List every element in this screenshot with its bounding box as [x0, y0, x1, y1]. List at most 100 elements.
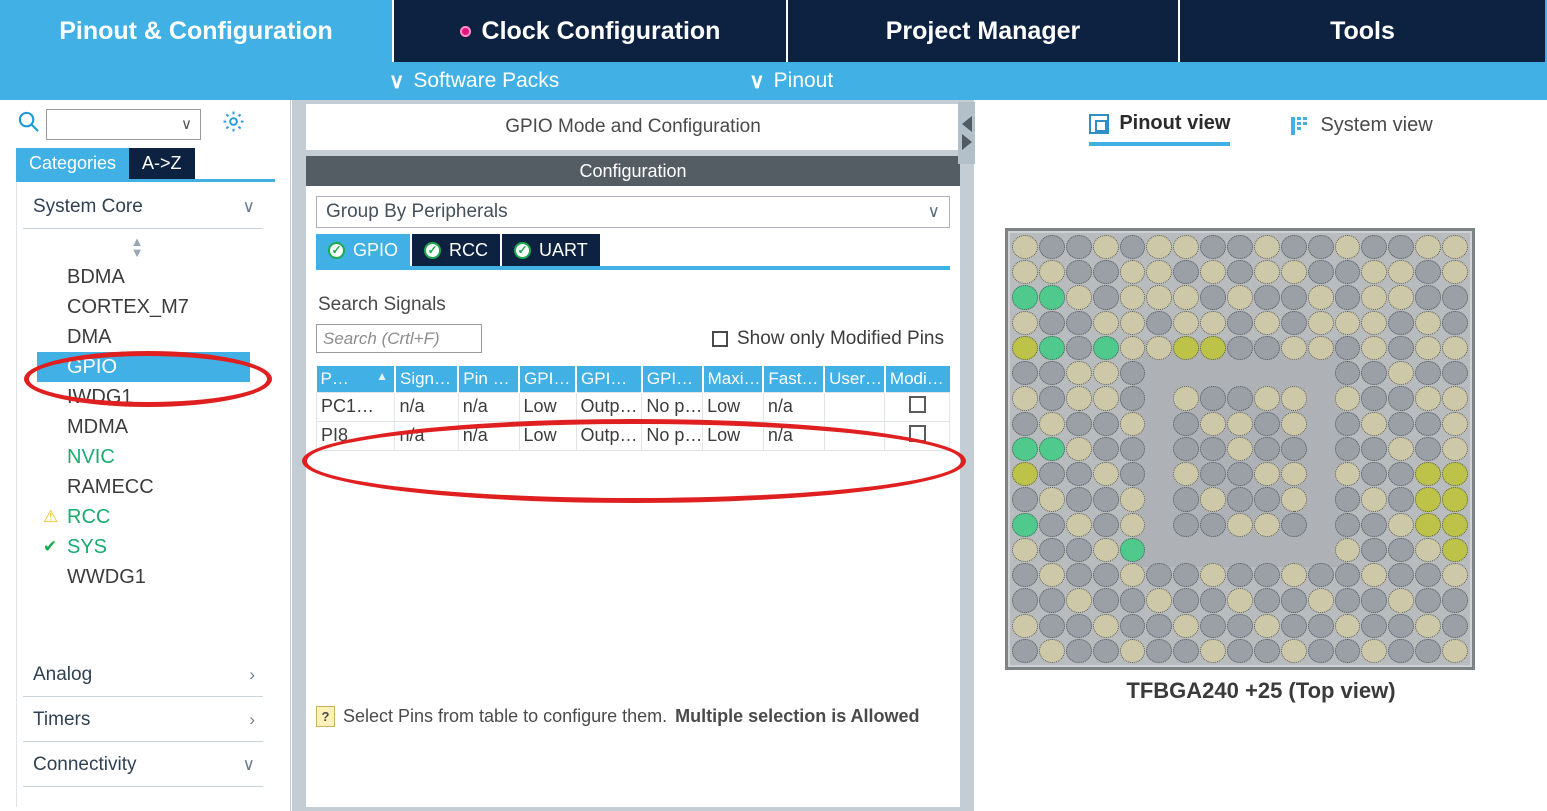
tab-categories[interactable]: Categories: [16, 148, 130, 179]
bga-ball[interactable]: [1361, 361, 1388, 386]
sidebar-search-input[interactable]: ∨: [46, 108, 201, 140]
tab-a-to-z[interactable]: A->Z: [129, 148, 195, 179]
bga-ball[interactable]: [1146, 285, 1173, 310]
bga-ball[interactable]: [1092, 411, 1119, 436]
bga-ball[interactable]: [1173, 462, 1200, 487]
cell-modified[interactable]: [884, 420, 950, 451]
bga-ball[interactable]: [1200, 462, 1227, 487]
bga-ball[interactable]: [1119, 588, 1146, 613]
gear-icon[interactable]: [221, 109, 246, 139]
bga-ball[interactable]: [1012, 613, 1038, 638]
bga-ball[interactable]: [1334, 411, 1361, 436]
tab-pinout-view[interactable]: Pinout view: [1089, 112, 1231, 146]
bga-ball[interactable]: [1065, 563, 1092, 588]
bga-ball[interactable]: [1253, 613, 1280, 638]
bga-ball[interactable]: [1415, 436, 1442, 462]
bga-ball[interactable]: [1065, 260, 1092, 285]
bga-ball[interactable]: [1388, 563, 1415, 588]
bga-ball[interactable]: [1334, 613, 1361, 638]
column-header-user-label[interactable]: User…: [824, 366, 886, 392]
bga-ball[interactable]: [1200, 285, 1227, 310]
sidebar-item-iwdg1[interactable]: IWDG1: [67, 382, 275, 412]
bga-ball[interactable]: [1388, 436, 1415, 462]
bga-ball[interactable]: [1227, 487, 1253, 512]
tab-system-view[interactable]: System view: [1290, 112, 1433, 146]
bga-ball[interactable]: [1038, 462, 1065, 487]
bga-ball[interactable]: [1361, 537, 1388, 563]
bga-ball[interactable]: [1200, 563, 1227, 588]
bga-ball[interactable]: [1334, 335, 1361, 361]
bga-ball[interactable]: [1253, 411, 1280, 436]
bga-ball[interactable]: [1092, 638, 1119, 663]
bga-ball[interactable]: [1200, 310, 1227, 335]
bga-ball[interactable]: [1227, 260, 1253, 285]
bga-ball[interactable]: [1173, 588, 1200, 613]
bga-ball[interactable]: [1173, 335, 1200, 361]
bga-ball[interactable]: [1253, 335, 1280, 361]
bga-ball[interactable]: [1146, 310, 1173, 335]
bga-ball[interactable]: [1334, 260, 1361, 285]
bga-ball[interactable]: [1415, 260, 1442, 285]
bga-ball[interactable]: [1038, 638, 1065, 663]
sidebar-group-system-core[interactable]: System Core ∨: [17, 182, 275, 228]
bga-ball[interactable]: [1361, 386, 1388, 411]
bga-ball[interactable]: [1012, 235, 1038, 260]
bga-ball[interactable]: [1065, 588, 1092, 613]
bga-ball[interactable]: [1415, 588, 1442, 613]
bga-ball[interactable]: [1038, 285, 1065, 310]
bga-ball[interactable]: [1361, 638, 1388, 663]
bga-ball[interactable]: [1361, 512, 1388, 537]
bga-ball[interactable]: [1038, 436, 1065, 462]
bga-ball[interactable]: [1092, 563, 1119, 588]
bga-ball[interactable]: [1334, 361, 1361, 386]
column-header-pin-context[interactable]: Pin …: [458, 366, 521, 392]
bga-ball[interactable]: [1415, 613, 1442, 638]
bga-ball[interactable]: [1415, 310, 1442, 335]
bga-ball[interactable]: [1065, 537, 1092, 563]
column-header-modified[interactable]: Modi…: [884, 366, 950, 392]
bga-ball[interactable]: [1227, 411, 1253, 436]
bga-ball[interactable]: [1119, 335, 1146, 361]
pinout-panel-collapse-handle[interactable]: [959, 102, 975, 164]
bga-ball[interactable]: [1038, 563, 1065, 588]
bga-ball[interactable]: [1119, 285, 1146, 310]
bga-ball[interactable]: [1253, 436, 1280, 462]
bga-ball[interactable]: [1442, 638, 1468, 663]
bga-ball[interactable]: [1307, 285, 1334, 310]
bga-ball[interactable]: [1415, 285, 1442, 310]
bga-ball[interactable]: [1038, 310, 1065, 335]
bga-ball[interactable]: [1173, 638, 1200, 663]
bga-ball[interactable]: [1038, 512, 1065, 537]
bga-ball[interactable]: [1307, 638, 1334, 663]
bga-ball[interactable]: [1388, 260, 1415, 285]
tab-uart[interactable]: ✓ UART: [502, 234, 600, 266]
bga-ball[interactable]: [1361, 462, 1388, 487]
bga-ball[interactable]: [1442, 260, 1468, 285]
bga-ball[interactable]: [1388, 235, 1415, 260]
bga-ball[interactable]: [1253, 235, 1280, 260]
bga-ball[interactable]: [1442, 613, 1468, 638]
bga-ball[interactable]: [1307, 260, 1334, 285]
bga-ball[interactable]: [1442, 537, 1468, 563]
bga-ball[interactable]: [1361, 563, 1388, 588]
bga-ball[interactable]: [1173, 285, 1200, 310]
bga-ball[interactable]: [1334, 235, 1361, 260]
bga-ball[interactable]: [1038, 613, 1065, 638]
bga-ball[interactable]: [1092, 613, 1119, 638]
bga-ball[interactable]: [1442, 335, 1468, 361]
bga-ball[interactable]: [1200, 335, 1227, 361]
bga-ball[interactable]: [1173, 563, 1200, 588]
bga-ball[interactable]: [1253, 462, 1280, 487]
bga-ball[interactable]: [1307, 613, 1334, 638]
bga-ball[interactable]: [1361, 588, 1388, 613]
bga-ball[interactable]: [1119, 638, 1146, 663]
sidebar-group-timers[interactable]: Timers ›: [17, 697, 275, 741]
bga-ball[interactable]: [1253, 512, 1280, 537]
bga-ball[interactable]: [1253, 310, 1280, 335]
bga-ball[interactable]: [1065, 512, 1092, 537]
bga-ball[interactable]: [1119, 260, 1146, 285]
column-header-maximum-speed[interactable]: Maxi…: [702, 366, 765, 392]
bga-ball[interactable]: [1442, 386, 1468, 411]
bga-ball[interactable]: [1200, 512, 1227, 537]
bga-ball[interactable]: [1146, 638, 1173, 663]
